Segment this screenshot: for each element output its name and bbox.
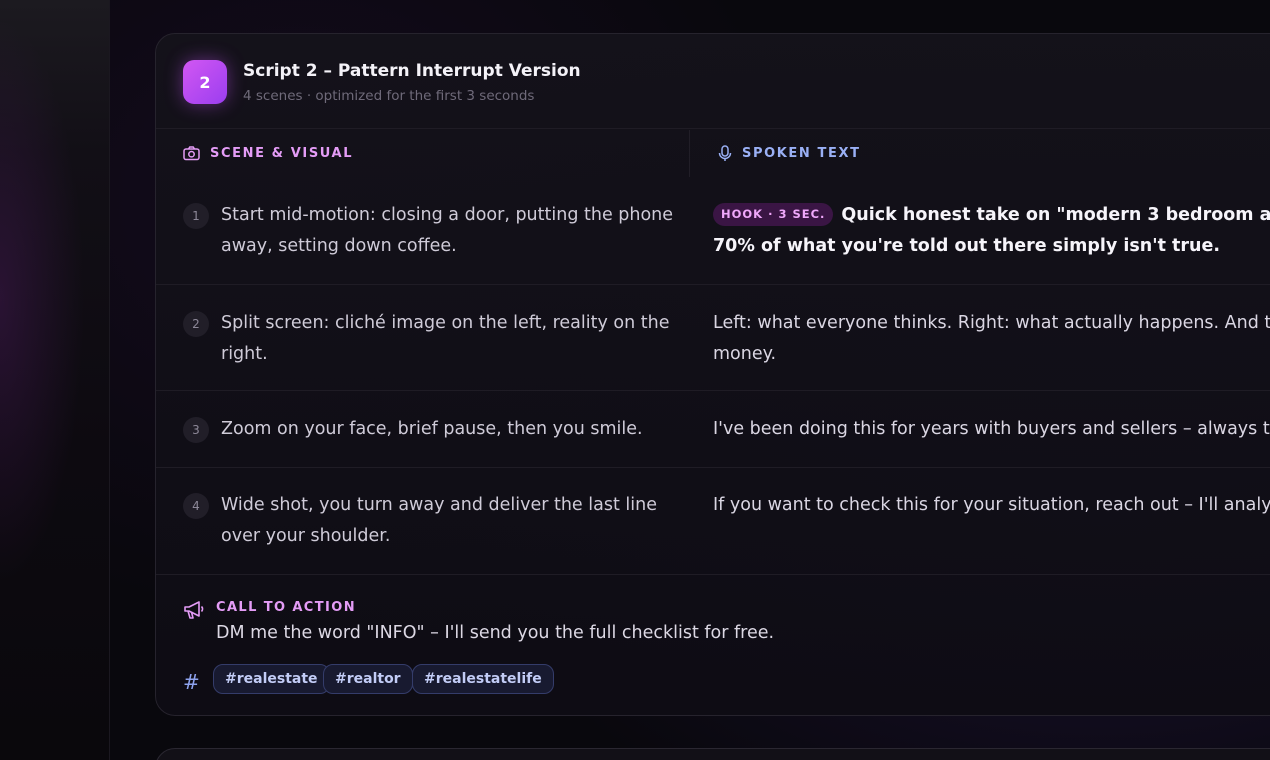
column-header-spoken: SPOKEN TEXT [718,130,861,177]
app-stage: 2 Script 2 – Pattern Interrupt Version 4… [0,0,1270,760]
spoken-line-1: If you want to check this for your situa… [713,495,1270,515]
spoken-text: Left: what everyone thinks. Right: what … [713,308,1270,370]
megaphone-icon [184,601,204,619]
next-script-card [155,748,1270,760]
spoken-text: HOOK · 3 SEC. Quick honest take on "moder… [713,200,1270,262]
column-header-scene: SCENE & VISUAL [183,130,353,177]
hook-badge: HOOK · 3 SEC. [713,203,834,226]
column-label-scene: SCENE & VISUAL [210,146,354,161]
spoken-line-2: money. [713,344,777,364]
scene-number: 2 [183,311,209,337]
script-subtitle: 4 scenes · optimized for the first 3 sec… [243,88,535,104]
spoken-text: I've been doing this for years with buye… [713,414,1270,445]
scene-number: 1 [183,203,209,229]
table-row: 1 Start mid-motion: closing a door, putt… [156,177,1270,285]
scene-visual-text: Start mid-motion: closing a door, puttin… [221,205,674,256]
hashtag-chip[interactable]: #realtor [323,664,413,694]
cta-label: CALL TO ACTION [216,600,356,615]
script-title: Script 2 – Pattern Interrupt Version [243,61,581,81]
table-row: 2 Split screen: cliché image on the left… [156,285,1270,391]
script-card: 2 Script 2 – Pattern Interrupt Version 4… [155,33,1270,716]
script-header: 2 Script 2 – Pattern Interrupt Version 4… [156,34,1270,129]
hashtag-chip[interactable]: #realestate [213,664,330,694]
microphone-icon [718,145,732,161]
scene-number: 3 [183,417,209,443]
spoken-line-1: Left: what everyone thinks. Right: what … [713,313,1270,333]
spoken-text: If you want to check this for your situa… [713,490,1270,521]
scene-visual-text: Zoom on your face, brief pause, then you… [221,419,643,439]
spoken-line-1: Quick honest take on "modern 3 bedroom a… [841,205,1270,225]
hashtag-chip[interactable]: #realestatelife [412,664,554,694]
hash-icon: # [183,670,200,694]
table-row: 3 Zoom on your face, brief pause, then y… [156,391,1270,468]
camera-icon [183,146,200,161]
column-divider [689,130,690,177]
script-number-badge: 2 [183,60,227,104]
scene-number: 4 [183,493,209,519]
column-label-spoken: SPOKEN TEXT [742,146,861,161]
scene-visual-text: Wide shot, you turn away and deliver the… [221,495,657,546]
table-row: 4 Wide shot, you turn away and deliver t… [156,468,1270,575]
spoken-line-1: I've been doing this for years with buye… [713,419,1270,439]
cta-text: DM me the word "INFO" – I'll send you th… [216,623,775,643]
scene-visual-text: Split screen: cliché image on the left, … [221,313,670,364]
spoken-line-2: 70% of what you're told out there simply… [713,236,1221,256]
sidebar-rail [0,0,110,760]
